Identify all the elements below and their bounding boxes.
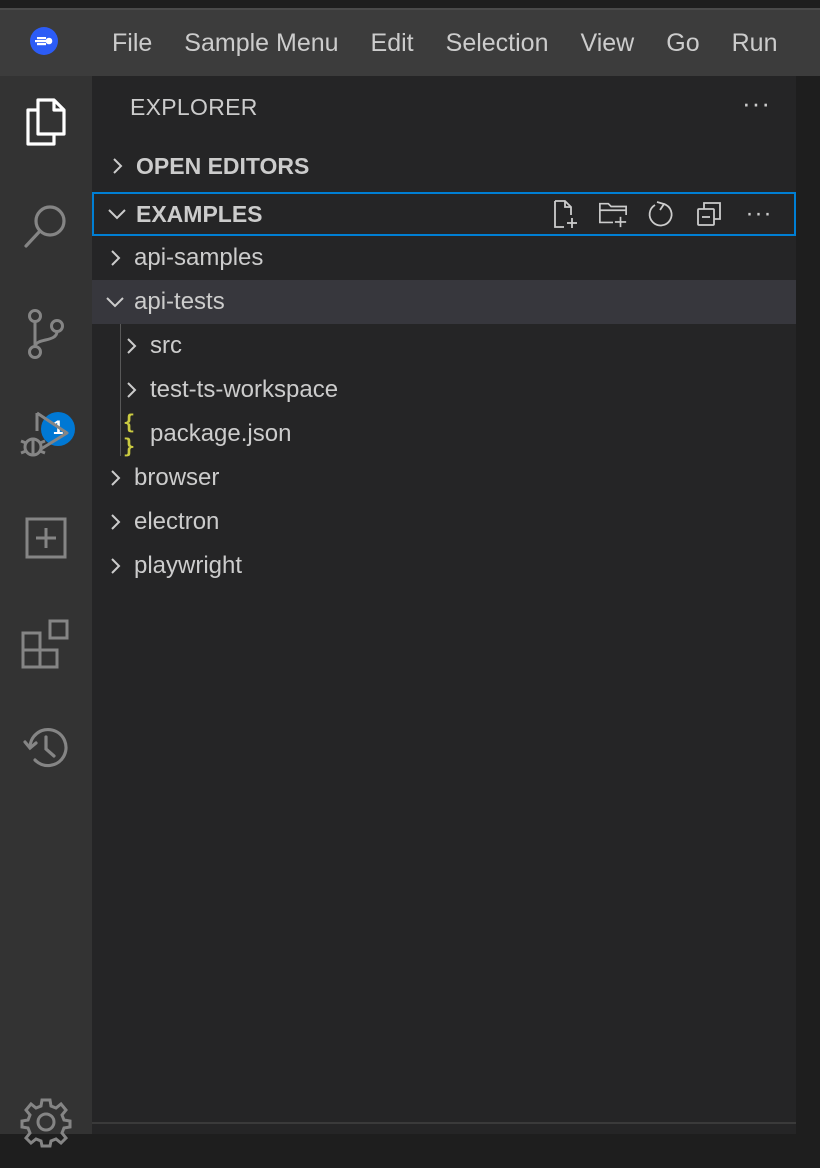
- workspace-more-button[interactable]: ···: [742, 199, 776, 229]
- open-editors-label: OPEN EDITORS: [136, 152, 310, 179]
- window-top-border: [0, 0, 820, 10]
- open-editors-header[interactable]: OPEN EDITORS: [92, 144, 796, 188]
- chevron-right-icon: [127, 338, 137, 354]
- tree-item-label: electron: [134, 508, 220, 535]
- tree-item-package-json[interactable]: { } package.json: [92, 410, 796, 458]
- menu-go[interactable]: Go: [650, 29, 715, 58]
- tree-item-api-tests[interactable]: api-tests: [92, 280, 796, 324]
- chevron-right-icon: [127, 382, 137, 398]
- chevron-right-icon: [111, 558, 121, 574]
- json-file-icon: { }: [122, 410, 136, 458]
- more-icon: ···: [745, 200, 773, 227]
- menu-edit[interactable]: Edit: [355, 29, 430, 58]
- workspace-header[interactable]: EXAMPLES ···: [92, 192, 796, 236]
- tree-item-api-samples[interactable]: api-samples: [92, 236, 796, 280]
- activity-timeline[interactable]: [0, 702, 92, 794]
- app-logo-icon: [30, 27, 58, 55]
- refresh-icon: [648, 201, 673, 227]
- explorer-icon: [26, 98, 66, 146]
- chevron-right-icon: [111, 514, 121, 530]
- menu-selection[interactable]: Selection: [430, 29, 565, 58]
- menu-view[interactable]: View: [565, 29, 651, 58]
- activity-search[interactable]: [0, 180, 92, 272]
- tree-item-browser[interactable]: browser: [92, 456, 796, 500]
- tree-item-test-ts-workspace[interactable]: test-ts-workspace: [92, 368, 796, 412]
- extensions-icon: [21, 619, 69, 669]
- tree-item-label: api-tests: [134, 288, 225, 315]
- explorer-title: EXPLORER: [130, 94, 258, 120]
- activity-extensions[interactable]: [0, 598, 92, 690]
- menu-sample-menu[interactable]: Sample Menu: [168, 29, 354, 58]
- menu-run[interactable]: Run: [716, 29, 794, 58]
- source-control-icon: [28, 309, 64, 359]
- new-file-icon: [554, 200, 577, 228]
- panel-divider: [92, 1122, 796, 1124]
- activity-bar: 1: [0, 76, 92, 1148]
- run-debug-icon: [20, 411, 69, 457]
- title-bar: File Sample Menu Edit Selection View Go …: [0, 10, 820, 76]
- activity-explorer[interactable]: [0, 76, 92, 168]
- tree-item-playwright[interactable]: playwright: [92, 544, 796, 588]
- tree-item-label: test-ts-workspace: [150, 376, 339, 403]
- tree-item-label: package.json: [150, 420, 292, 447]
- tree-item-label: api-samples: [134, 244, 264, 271]
- new-folder-icon: [599, 202, 627, 228]
- tree-item-src[interactable]: src: [92, 324, 796, 368]
- timeline-icon: [23, 727, 68, 768]
- chevron-down-icon: [106, 297, 124, 308]
- editor-area-edge: [796, 76, 820, 1134]
- refresh-button[interactable]: [646, 199, 676, 229]
- explorer-more-actions[interactable]: ···: [742, 88, 771, 119]
- tree-item-label: playwright: [134, 552, 243, 579]
- tree-item-electron[interactable]: electron: [92, 500, 796, 544]
- search-icon: [24, 205, 66, 248]
- new-folder-button[interactable]: [598, 199, 628, 229]
- new-file-button[interactable]: [550, 199, 580, 229]
- tree-item-label: src: [150, 332, 182, 359]
- explorer-sidebar: EXPLORER ··· OPEN EDITORS EXAMPLES ··· a…: [92, 76, 796, 1134]
- settings-gear-icon: [20, 1098, 72, 1148]
- activity-run-debug[interactable]: [0, 388, 92, 480]
- activity-plugin[interactable]: [0, 492, 92, 584]
- collapse-all-icon: [697, 202, 721, 226]
- activity-settings[interactable]: [0, 1076, 92, 1168]
- chevron-down-icon: [108, 209, 126, 220]
- chevron-right-icon: [113, 158, 123, 174]
- activity-source-control[interactable]: [0, 288, 92, 380]
- plugin-icon: [25, 517, 67, 559]
- chevron-right-icon: [111, 470, 121, 486]
- collapse-all-button[interactable]: [694, 199, 724, 229]
- workspace-label: EXAMPLES: [136, 200, 263, 227]
- tree-item-label: browser: [134, 464, 220, 491]
- menu-bar: File Sample Menu Edit Selection View Go …: [96, 10, 793, 76]
- menu-file[interactable]: File: [96, 29, 168, 58]
- chevron-right-icon: [111, 250, 121, 266]
- workspace-actions: ···: [550, 194, 776, 234]
